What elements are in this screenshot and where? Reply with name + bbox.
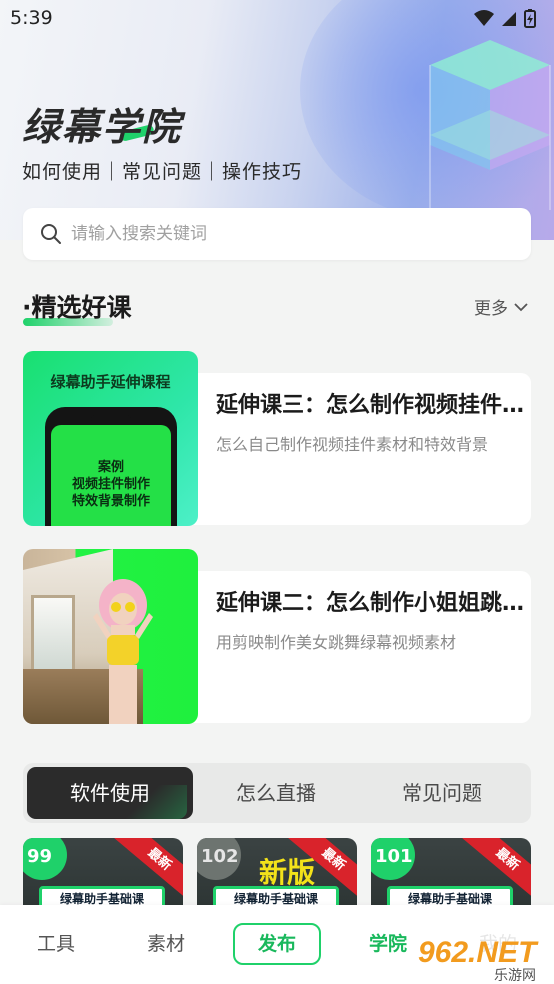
category-tabs: 软件使用 怎么直播 常见问题 [23,763,531,823]
site-watermark: 962.NET 乐游网 [414,928,554,984]
thumbnail-line: 视频挂件制作 [71,477,150,492]
thumbnail-heading: 绿幕助手延伸课程 [50,373,171,391]
episode-number: 102 [197,838,241,880]
dancer-image [93,579,153,724]
course-thumbnail [23,549,198,724]
page-title: 绿幕学院 [22,104,183,149]
episode-number: 101 [371,838,415,880]
watermark-subtext: 乐游网 [494,968,536,984]
course-card[interactable]: 延伸课二：怎么制作小姐姐跳舞视频 用剪映制作美女跳舞绿幕视频素材 [23,549,531,724]
tab-faq[interactable]: 常见问题 [359,767,525,819]
search-input[interactable] [71,208,511,260]
tab-label: 常见问题 [402,781,482,805]
nav-publish-button[interactable]: 发布 [233,923,321,965]
tab-label: 怎么直播 [236,781,316,805]
episode-number: 99 [23,838,67,880]
thumbnail-lines: 案例 视频挂件制作 特效背景制作 [51,459,171,510]
status-icons [474,9,536,28]
page-subtitle: 如何使用｜常见问题｜操作技巧 [22,161,303,183]
nav-tools[interactable]: 工具 [16,929,96,956]
course-title: 延伸课三：怎么制作视频挂件素材 [216,393,528,418]
thumbnail-line: 案例 [97,460,124,475]
chevron-down-icon [514,302,528,311]
battery-icon [524,9,536,28]
search-icon [41,224,61,244]
watermark-text: 962.NET [418,936,539,969]
more-label: 更多 [474,299,508,319]
more-button[interactable]: 更多 [474,294,528,319]
course-description: 怎么自己制作视频挂件素材和特效背景 [216,435,489,454]
window-image [31,595,75,673]
course-card[interactable]: 绿幕助手延伸课程 案例 视频挂件制作 特效背景制作 延伸课三：怎么制作视频挂件素… [23,351,531,526]
phone-notch [91,415,131,423]
section-title: ·精选好课 [22,293,132,322]
tab-software-usage[interactable]: 软件使用 [27,767,193,819]
course-description: 用剪映制作美女跳舞绿幕视频素材 [216,633,457,652]
course-title: 延伸课二：怎么制作小姐姐跳舞视频 [216,591,528,616]
nav-materials[interactable]: 素材 [126,929,206,956]
signal-icon [502,12,516,26]
thumbnail-line: 特效背景制作 [71,494,150,509]
video-headline: 新版 [259,856,316,889]
tab-highlight [117,785,187,819]
search-bar[interactable] [23,208,531,260]
tab-live-streaming[interactable]: 怎么直播 [193,767,359,819]
hero-cube-graphic [429,40,551,210]
status-time: 5:39 [10,7,53,29]
wifi-icon [474,10,494,26]
status-bar: 5:39 [0,0,554,38]
course-thumbnail: 绿幕助手延伸课程 案例 视频挂件制作 特效背景制作 [23,351,198,526]
